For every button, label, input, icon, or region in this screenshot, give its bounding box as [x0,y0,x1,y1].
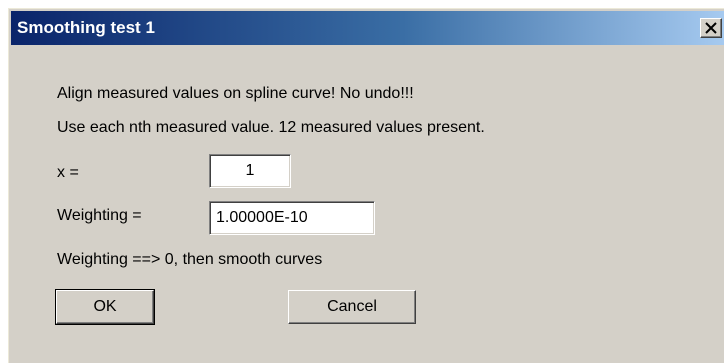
close-button[interactable] [700,18,722,38]
smoothing-dialog: Smoothing test 1 Align measured values o… [8,8,724,363]
window-title: Smoothing test 1 [17,18,155,37]
x-label: x = [57,164,79,181]
cancel-button[interactable]: Cancel [288,290,416,324]
weighting-hint: Weighting ==> 0, then smooth curves [57,251,323,268]
instruction-text-1: Align measured values on spline curve! N… [57,85,414,102]
weighting-label: Weighting = [57,207,142,224]
ok-button[interactable]: OK [55,289,155,325]
weighting-input[interactable] [209,201,375,235]
title-bar[interactable]: Smoothing test 1 [11,11,724,45]
instruction-text-2: Use each nth measured value. 12 measured… [57,119,485,136]
x-input[interactable] [209,154,291,188]
close-icon [705,22,717,34]
